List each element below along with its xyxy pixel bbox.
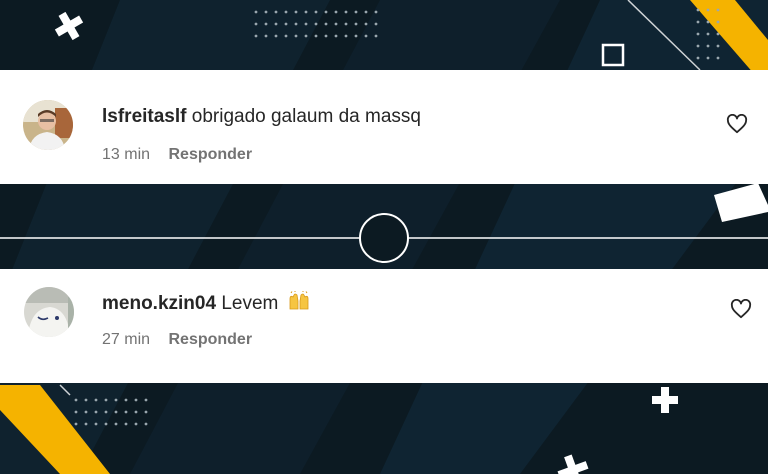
reply-button[interactable]: Responder: [168, 146, 252, 163]
heart-icon[interactable]: [726, 114, 748, 134]
heart-icon[interactable]: [730, 299, 752, 319]
avatar[interactable]: [24, 287, 74, 337]
comment-text: Levem: [221, 293, 279, 314]
timestamp: 27 min: [102, 331, 151, 348]
user-avatar-photo-icon: [23, 100, 73, 150]
comment-text: obrigado galaum da massq: [191, 106, 421, 127]
comment-card: lsfreitaslf obrigado galaum da massq 13 …: [0, 70, 768, 184]
avatar[interactable]: [23, 100, 73, 150]
username[interactable]: lsfreitaslf: [102, 106, 186, 127]
raising-hands-emoji-icon: [289, 291, 309, 310]
comment-meta: 27 min Responder: [102, 331, 252, 349]
timestamp: 13 min: [102, 146, 151, 163]
user-avatar-photo-icon: [24, 287, 74, 337]
comment-text-line: lsfreitaslf obrigado galaum da massq: [102, 106, 421, 128]
comment-card: meno.kzin04 Levem 27 min Responder: [0, 269, 768, 383]
username[interactable]: meno.kzin04: [102, 293, 216, 314]
circle-outline: [359, 213, 409, 263]
comment-text-line: meno.kzin04 Levem: [102, 291, 310, 315]
comment-meta: 13 min Responder: [102, 146, 252, 164]
reply-button[interactable]: Responder: [168, 331, 252, 348]
